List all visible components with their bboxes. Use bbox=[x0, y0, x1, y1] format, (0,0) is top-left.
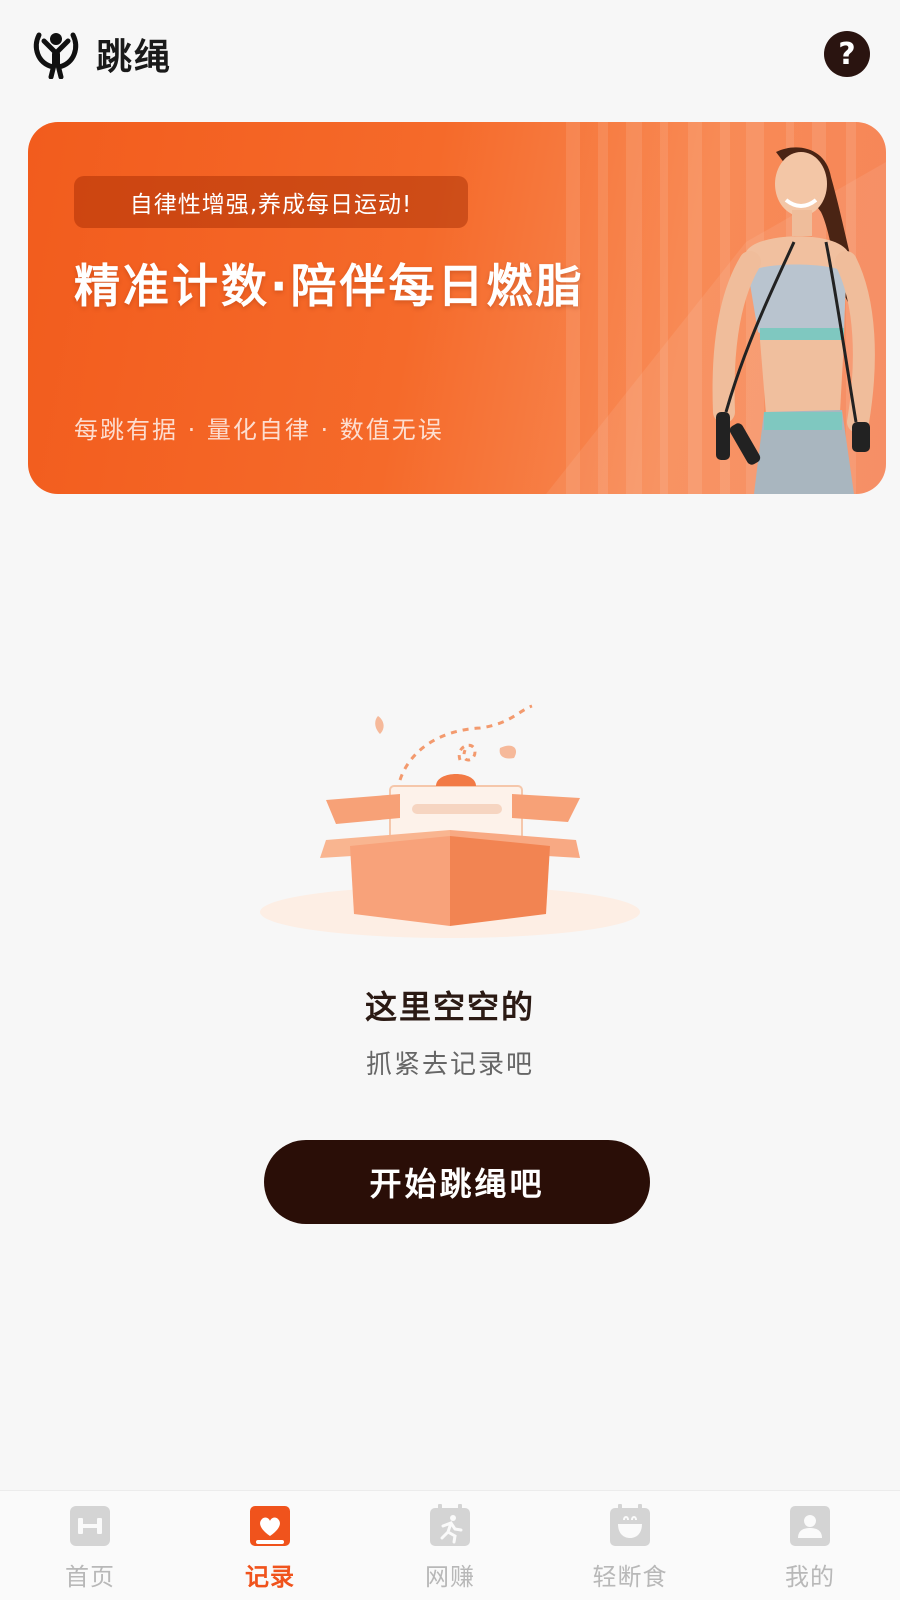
empty-box-illustration bbox=[260, 704, 640, 938]
record-heart-icon bbox=[247, 1503, 293, 1549]
tab-profile-label: 我的 bbox=[785, 1563, 835, 1591]
brand: 跳绳 bbox=[30, 28, 172, 80]
promo-banner[interactable]: 自律性增强,养成每日运动! 精准计数·陪伴每日燃脂 每跳有据 · 量化自律 · … bbox=[28, 122, 886, 494]
top-bar: 跳绳 ? bbox=[0, 0, 900, 108]
bottom-tab-bar: 首页 记录 网赚 轻断食 我的 bbox=[0, 1490, 900, 1600]
tab-home[interactable]: 首页 bbox=[20, 1503, 160, 1592]
jump-rope-person-icon bbox=[30, 28, 82, 80]
bowl-icon bbox=[607, 1503, 653, 1549]
tab-earn[interactable]: 网赚 bbox=[380, 1503, 520, 1592]
tab-records-label: 记录 bbox=[245, 1563, 295, 1591]
runner-icon bbox=[427, 1503, 473, 1549]
athlete-illustration bbox=[712, 147, 875, 494]
empty-state-title: 这里空空的 bbox=[364, 988, 535, 1026]
app-title: 跳绳 bbox=[96, 37, 173, 78]
empty-state-subtitle: 抓紧去记录吧 bbox=[365, 1050, 534, 1080]
tab-fasting-label: 轻断食 bbox=[592, 1563, 668, 1591]
dumbbell-icon bbox=[67, 1503, 113, 1549]
profile-icon bbox=[787, 1503, 833, 1549]
banner-headline: 精准计数·陪伴每日燃脂 bbox=[74, 259, 585, 313]
tab-profile[interactable]: 我的 bbox=[740, 1503, 880, 1592]
question-icon: ? bbox=[838, 36, 856, 72]
banner-subline: 每跳有据 · 量化自律 · 数值无误 bbox=[74, 416, 444, 444]
tab-earn-label: 网赚 bbox=[425, 1563, 475, 1591]
banner-tagline-pill: 自律性增强,养成每日运动! bbox=[74, 176, 468, 228]
start-jump-rope-button[interactable]: 开始跳绳吧 bbox=[264, 1140, 650, 1224]
help-button[interactable]: ? bbox=[824, 31, 870, 77]
tab-fasting[interactable]: 轻断食 bbox=[560, 1503, 700, 1592]
tab-records[interactable]: 记录 bbox=[200, 1503, 340, 1592]
tab-home-label: 首页 bbox=[65, 1563, 115, 1591]
